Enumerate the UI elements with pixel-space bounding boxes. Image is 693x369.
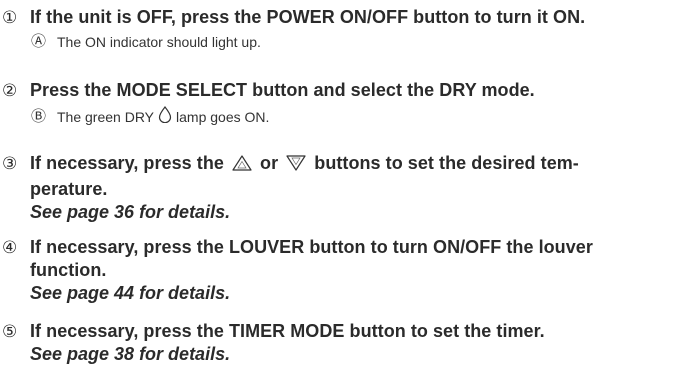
- triangle-down-button-icon: [285, 154, 307, 178]
- dry-drop-lamp-icon: [158, 106, 172, 127]
- page-reference: See page 44 for details.: [30, 283, 231, 303]
- step-text-or: or: [260, 153, 279, 173]
- step-text-part-1: If necessary, press the: [30, 153, 224, 173]
- step-note: Ⓐ The ON indicator should light up.: [31, 33, 693, 51]
- step-5: ⑤ If necessary, press the TIMER MODE but…: [0, 320, 693, 365]
- note-text-before: The green DRY: [57, 108, 155, 125]
- step-number: ②: [2, 81, 18, 100]
- step-number: ⑤: [2, 322, 18, 341]
- step-2: ② Press the MODE SELECT button and selec…: [0, 79, 693, 127]
- note-text: The ON indicator should light up.: [57, 34, 261, 50]
- step-text-line-2: function.: [30, 260, 107, 280]
- step-note: Ⓑ The green DRY lamp goes ON.: [31, 106, 693, 127]
- page-reference: See page 36 for details.: [30, 202, 231, 222]
- step-text-part-2: buttons to set the desired tem-: [314, 153, 579, 173]
- step-text-line-1: If necessary, press the LOUVER button to…: [30, 237, 593, 257]
- note-letter: Ⓑ: [31, 107, 47, 125]
- step-number: ④: [2, 238, 18, 257]
- step-3: ③ If necessary, press the or buttons to …: [0, 152, 693, 223]
- step-text-line-1: If necessary, press the TIMER MODE butto…: [30, 321, 545, 341]
- page-reference: See page 38 for details.: [30, 344, 231, 364]
- step-text: If the unit is OFF, press the POWER ON/O…: [30, 7, 586, 27]
- triangle-up-button-icon: [231, 154, 253, 178]
- step-number: ①: [2, 8, 18, 27]
- step-text-line-2: perature.: [30, 179, 108, 199]
- note-text-after: lamp goes ON.: [176, 108, 270, 125]
- instructions-page: ① If the unit is OFF, press the POWER ON…: [0, 0, 693, 369]
- step-4: ④ If necessary, press the LOUVER button …: [0, 236, 693, 304]
- step-number: ③: [2, 154, 18, 173]
- note-letter: Ⓐ: [31, 33, 47, 50]
- step-1: ① If the unit is OFF, press the POWER ON…: [0, 6, 693, 51]
- step-text: Press the MODE SELECT button and select …: [30, 80, 535, 100]
